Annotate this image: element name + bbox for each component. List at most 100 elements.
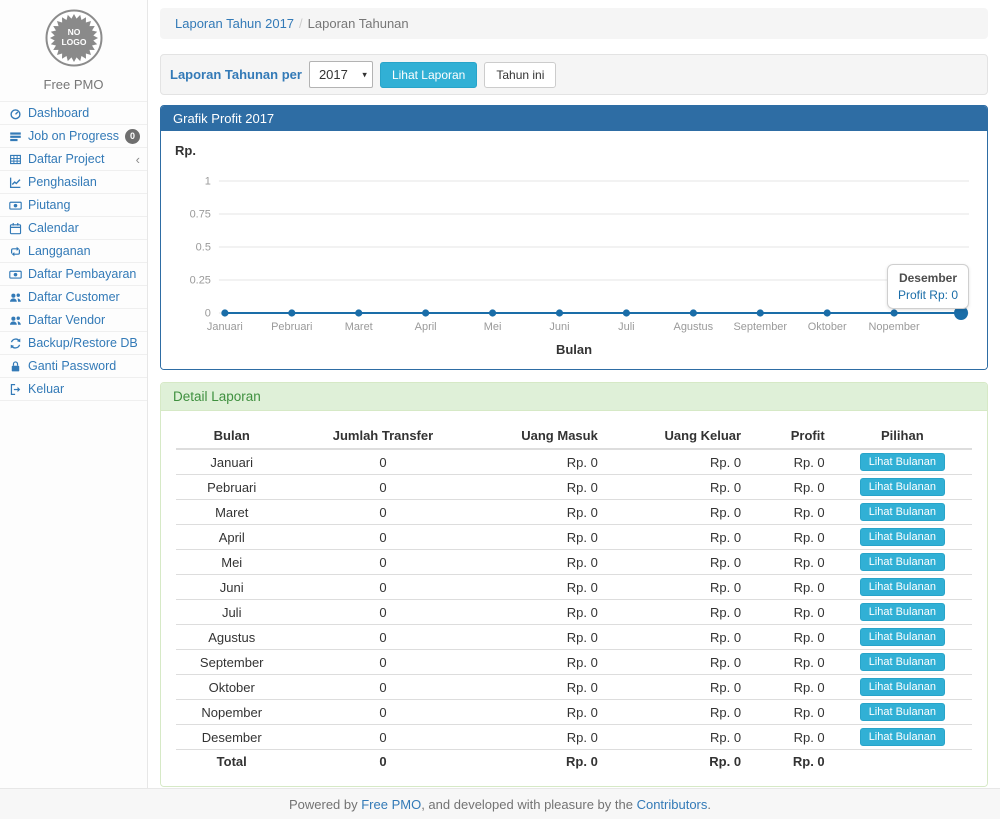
table-row: Juni0Rp. 0Rp. 0Rp. 0Lihat Bulanan <box>176 575 972 600</box>
table-row: April0Rp. 0Rp. 0Rp. 0Lihat Bulanan <box>176 525 972 550</box>
users-icon <box>8 313 22 327</box>
footer-link-contributors[interactable]: Contributors <box>637 797 708 812</box>
table-cell: Rp. 0 <box>749 725 833 750</box>
lihat-bulanan-button[interactable]: Lihat Bulanan <box>860 728 945 746</box>
table-cell: Rp. 0 <box>478 449 605 475</box>
lihat-bulanan-button[interactable]: Lihat Bulanan <box>860 503 945 521</box>
svg-text:0.25: 0.25 <box>190 274 211 286</box>
table-cell: Rp. 0 <box>749 525 833 550</box>
sidebar-item-daftar-pembayaran[interactable]: Daftar Pembayaran <box>0 263 147 286</box>
svg-text:Juli: Juli <box>618 321 634 333</box>
svg-text:Juni: Juni <box>549 321 569 333</box>
sidebar-item-dashboard[interactable]: Dashboard <box>0 102 147 125</box>
lihat-bulanan-button[interactable]: Lihat Bulanan <box>860 653 945 671</box>
breadcrumb: Laporan Tahun 2017/Laporan Tahunan <box>160 8 988 39</box>
money-icon <box>8 267 22 281</box>
breadcrumb-current: Laporan Tahunan <box>308 16 409 31</box>
table-cell: Rp. 0 <box>478 525 605 550</box>
table-cell: Rp. 0 <box>749 675 833 700</box>
svg-text:Mei: Mei <box>484 321 502 333</box>
sidebar-item-keluar[interactable]: Keluar <box>0 378 147 401</box>
table-cell: Mei <box>176 550 287 575</box>
column-header: Uang Keluar <box>606 423 749 449</box>
detail-report-panel: Detail Laporan BulanJumlah TransferUang … <box>160 382 988 787</box>
sidebar-item-label: Daftar Project <box>28 152 104 166</box>
table-cell: 0 <box>287 525 478 550</box>
profit-line-chart[interactable]: 00.250.50.751JanuariPebruariMaretAprilMe… <box>175 167 973 339</box>
table-cell: Rp. 0 <box>606 700 749 725</box>
table-cell-action: Lihat Bulanan <box>833 449 972 475</box>
column-header: Bulan <box>176 423 287 449</box>
table-cell: Oktober <box>176 675 287 700</box>
year-select[interactable]: 2017 <box>309 61 373 88</box>
sidebar-item-label: Ganti Password <box>28 359 116 373</box>
dashboard-icon <box>8 106 22 120</box>
table-cell: Rp. 0 <box>606 675 749 700</box>
table-cell-action: Lihat Bulanan <box>833 600 972 625</box>
table-cell: Rp. 0 <box>749 700 833 725</box>
svg-text:April: April <box>415 321 437 333</box>
sidebar-item-ganti-password[interactable]: Ganti Password <box>0 355 147 378</box>
table-row: Pebruari0Rp. 0Rp. 0Rp. 0Lihat Bulanan <box>176 475 972 500</box>
lihat-bulanan-button[interactable]: Lihat Bulanan <box>860 553 945 571</box>
lihat-bulanan-button[interactable]: Lihat Bulanan <box>860 703 945 721</box>
sidebar-item-job-on-progress[interactable]: Job on Progress0 <box>0 125 147 148</box>
page-footer: Powered by Free PMO, and developed with … <box>0 788 1000 819</box>
sidebar: NO LOGO Free PMO DashboardJob on Progres… <box>0 0 148 788</box>
table-cell: Rp. 0 <box>606 575 749 600</box>
table-cell: Rp. 0 <box>606 725 749 750</box>
table-cell: Rp. 0 <box>478 550 605 575</box>
logo-text-line2: LOGO <box>61 37 86 47</box>
svg-text:0.75: 0.75 <box>190 208 211 220</box>
table-cell: Rp. 0 <box>606 500 749 525</box>
table-row: Oktober0Rp. 0Rp. 0Rp. 0Lihat Bulanan <box>176 675 972 700</box>
svg-text:Nopember: Nopember <box>869 321 920 333</box>
table-cell: Rp. 0 <box>606 600 749 625</box>
users-icon <box>8 290 22 304</box>
total-cell: Total <box>176 750 287 774</box>
sidebar-item-daftar-vendor[interactable]: Daftar Vendor <box>0 309 147 332</box>
lihat-laporan-button[interactable]: Lihat Laporan <box>380 62 477 88</box>
monthly-report-table: BulanJumlah TransferUang MasukUang Kelua… <box>176 423 972 774</box>
table-cell: Rp. 0 <box>749 575 833 600</box>
table-cell: Juni <box>176 575 287 600</box>
table-cell: Agustus <box>176 625 287 650</box>
lihat-bulanan-button[interactable]: Lihat Bulanan <box>860 578 945 596</box>
sidebar-item-calendar[interactable]: Calendar <box>0 217 147 240</box>
table-cell: Januari <box>176 449 287 475</box>
sidebar-item-daftar-project[interactable]: Daftar Project‹ <box>0 148 147 171</box>
logo-text-line1: NO <box>67 27 80 37</box>
table-cell-action: Lihat Bulanan <box>833 725 972 750</box>
footer-link-free-pmo[interactable]: Free PMO <box>361 797 421 812</box>
lihat-bulanan-button[interactable]: Lihat Bulanan <box>860 678 945 696</box>
lihat-bulanan-button[interactable]: Lihat Bulanan <box>860 628 945 646</box>
column-header: Pilihan <box>833 423 972 449</box>
table-cell: 0 <box>287 700 478 725</box>
sidebar-item-piutang[interactable]: Piutang <box>0 194 147 217</box>
lihat-bulanan-button[interactable]: Lihat Bulanan <box>860 603 945 621</box>
lihat-bulanan-button[interactable]: Lihat Bulanan <box>860 453 945 471</box>
sidebar-item-label: Backup/Restore DB <box>28 336 138 350</box>
breadcrumb-link[interactable]: Laporan Tahun 2017 <box>175 16 294 31</box>
sidebar-item-label: Daftar Pembayaran <box>28 267 136 281</box>
footer-text-middle: , and developed with pleasure by the <box>421 797 636 812</box>
table-cell: Rp. 0 <box>478 600 605 625</box>
sidebar-item-daftar-customer[interactable]: Daftar Customer <box>0 286 147 309</box>
svg-text:Agustus: Agustus <box>674 321 714 333</box>
sidebar-item-langganan[interactable]: Langganan <box>0 240 147 263</box>
table-cell: Rp. 0 <box>749 625 833 650</box>
chart-tooltip: Desember Profit Rp: 0 <box>887 264 969 309</box>
filter-label: Laporan Tahunan per <box>170 67 302 82</box>
sidebar-item-backup-restore-db[interactable]: Backup/Restore DB <box>0 332 147 355</box>
lihat-bulanan-button[interactable]: Lihat Bulanan <box>860 528 945 546</box>
svg-text:0: 0 <box>205 307 211 319</box>
table-row: Mei0Rp. 0Rp. 0Rp. 0Lihat Bulanan <box>176 550 972 575</box>
table-cell: Rp. 0 <box>478 675 605 700</box>
svg-text:1: 1 <box>205 175 211 187</box>
sign-out-icon <box>8 382 22 396</box>
lihat-bulanan-button[interactable]: Lihat Bulanan <box>860 478 945 496</box>
total-cell: Rp. 0 <box>478 750 605 774</box>
table-row: Agustus0Rp. 0Rp. 0Rp. 0Lihat Bulanan <box>176 625 972 650</box>
tahun-ini-button[interactable]: Tahun ini <box>484 62 556 88</box>
sidebar-item-penghasilan[interactable]: Penghasilan <box>0 171 147 194</box>
